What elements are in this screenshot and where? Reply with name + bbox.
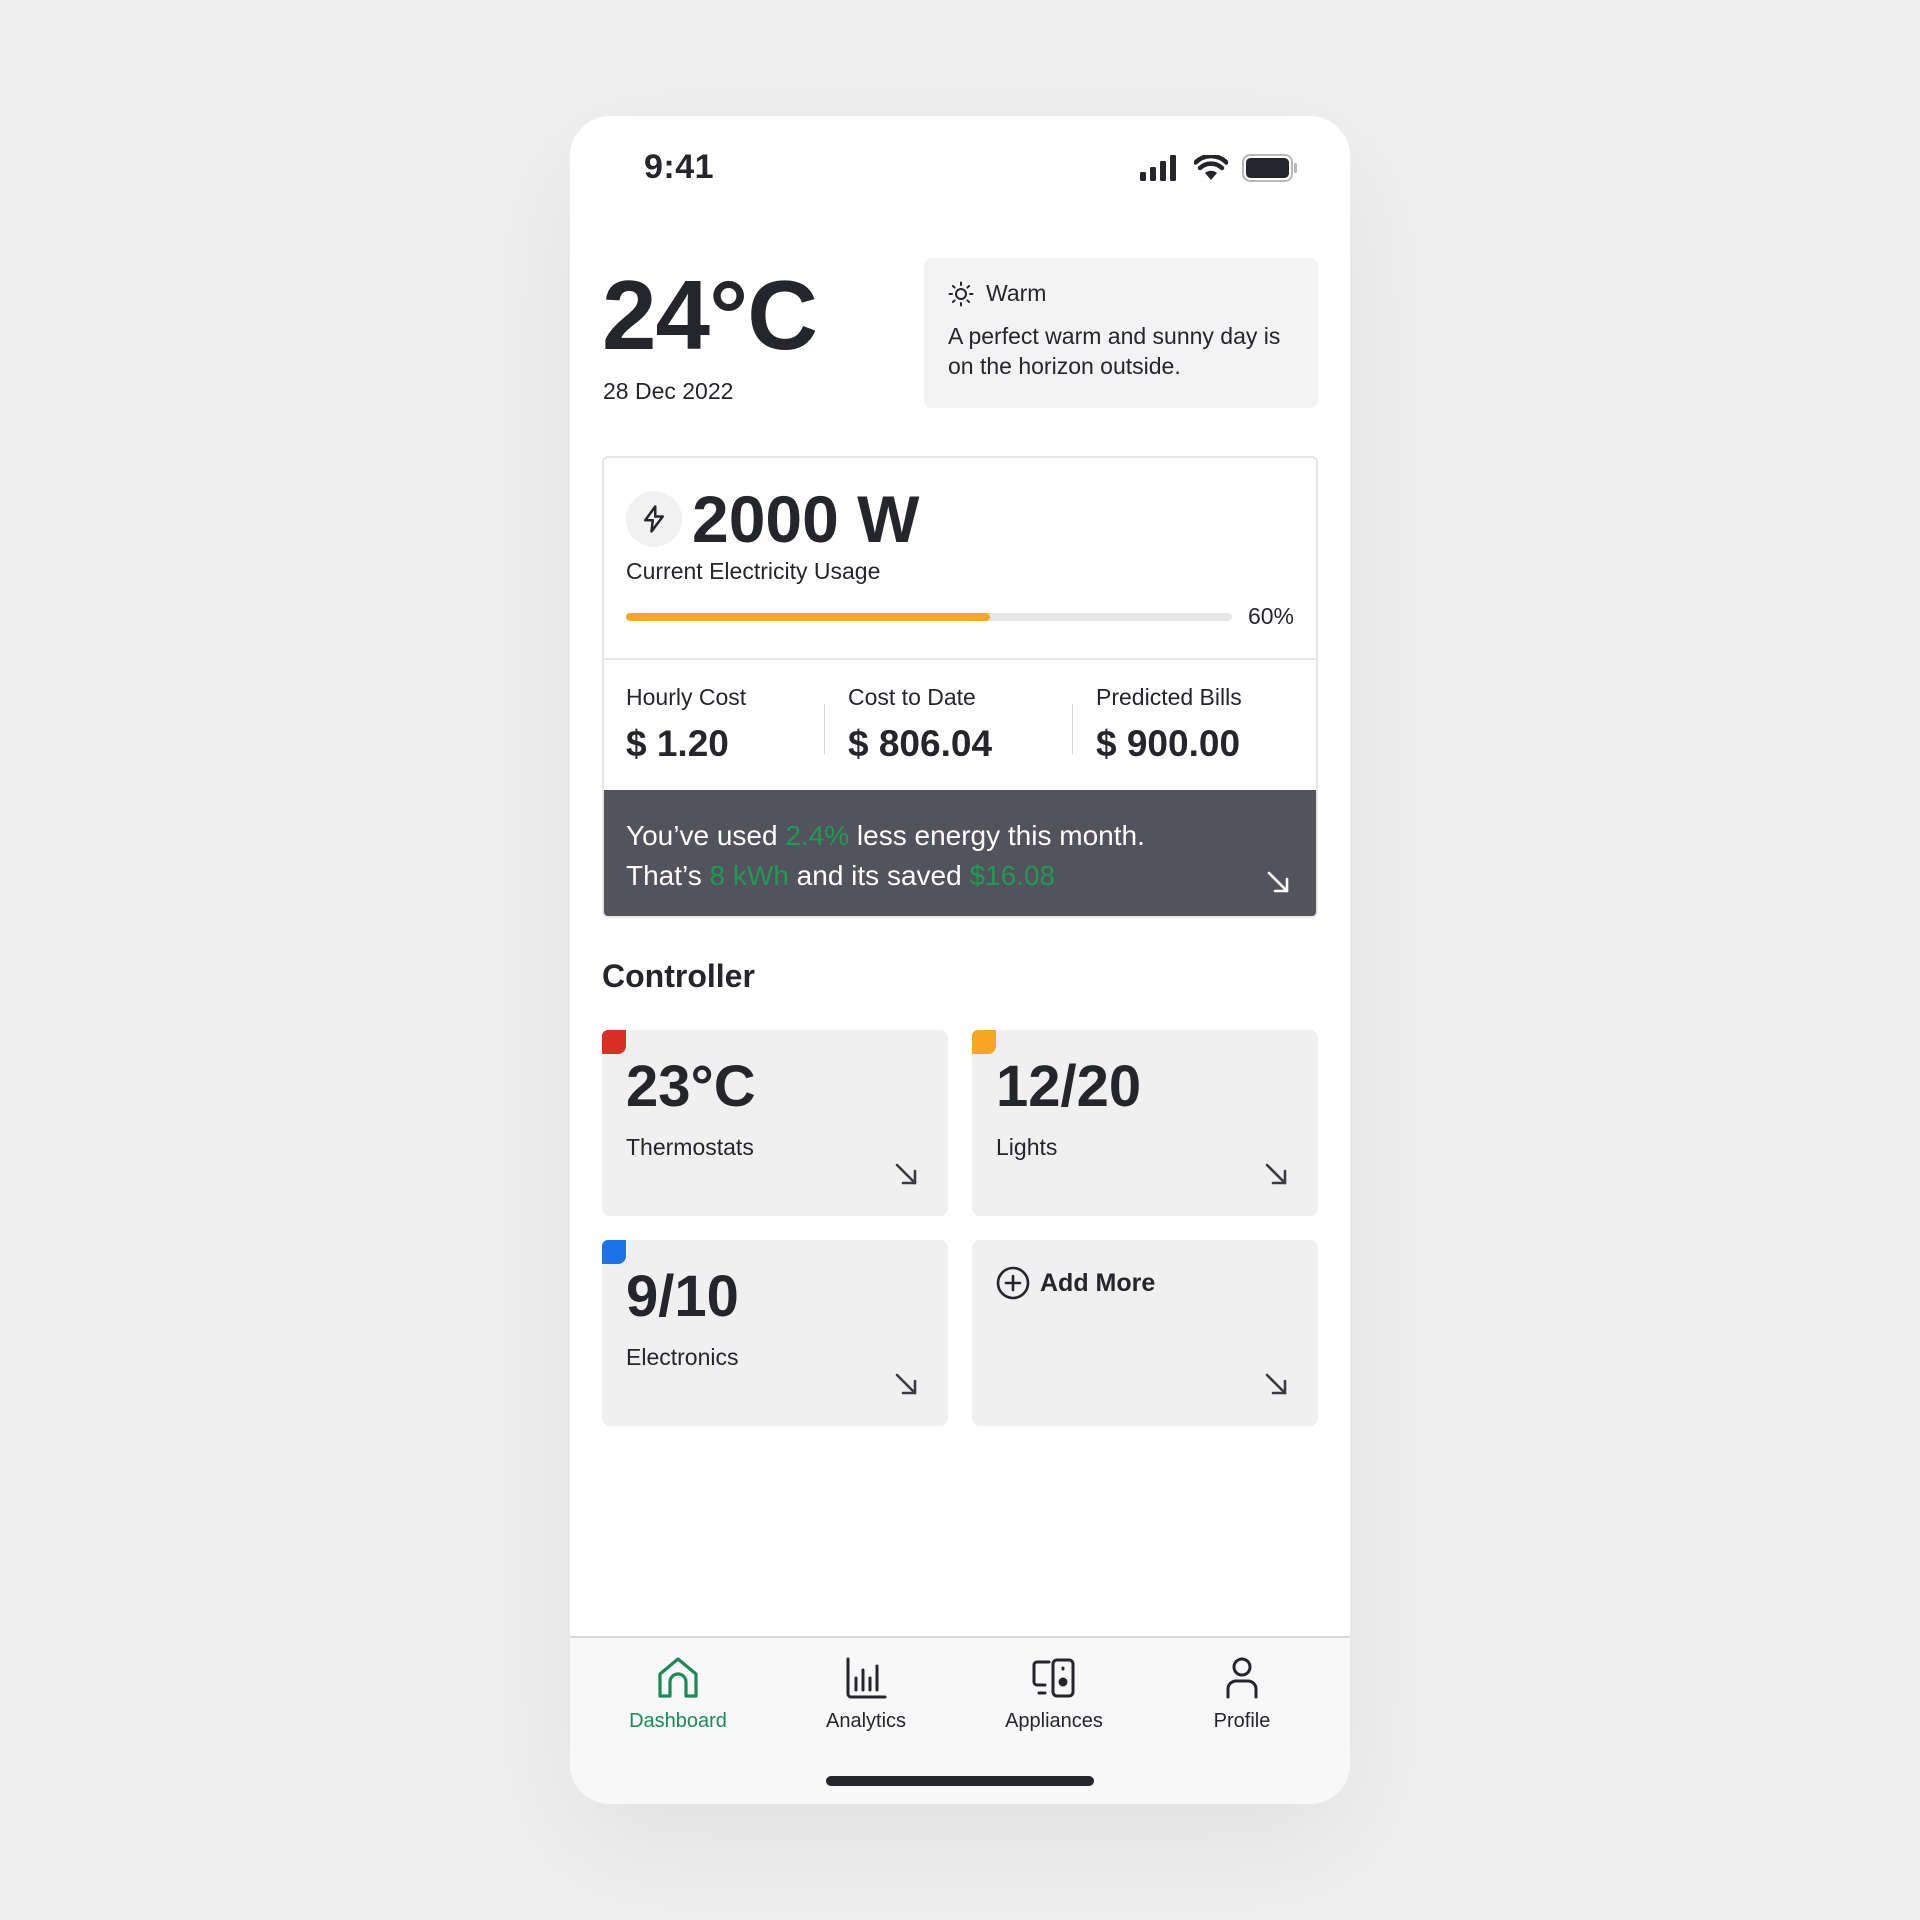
lightning-bolt-icon [644,505,664,533]
add-more-tile[interactable]: Add More [972,1240,1318,1426]
nav-item-dashboard[interactable]: Dashboard [598,1656,758,1733]
savings-line-2: That’s 8 kWh and its saved $16.08 [626,856,1294,896]
arrow-down-right-icon [1265,1373,1287,1395]
arrow-down-right-icon[interactable] [1266,870,1290,894]
cost-label: Cost to Date [848,684,976,710]
nav-label: Dashboard [629,1710,727,1732]
phone-screen: 9:41 24°C 28 Dec 2022 Warm A perfect war… [570,116,1350,1804]
add-more-label: Add More [1040,1268,1156,1297]
hourly-cost: Hourly Cost $ 1.20 [626,684,746,765]
predicted-bills: Predicted Bills $ 900.00 [1096,684,1242,765]
status-time: 9:41 [644,148,715,186]
cellular-signal-icon [1140,155,1176,181]
savings-text: less energy this month. [849,820,1145,851]
nav-label: Appliances [1005,1710,1103,1732]
savings-text: That’s [626,860,710,891]
savings-text: and its saved [788,860,970,891]
nav-label: Profile [1213,1710,1271,1732]
cost-value: $ 1.20 [626,723,729,764]
lightning-badge [626,491,682,547]
arrow-down-right-icon [1265,1163,1287,1185]
cost-divider [1072,704,1073,754]
plus-circle-icon [996,1266,1030,1300]
cost-summary: Hourly Cost $ 1.20 Cost to Date $ 806.04… [604,658,1316,788]
electronics-color-indicator [602,1240,626,1264]
electricity-usage-label: Current Electricity Usage [626,558,881,584]
current-temperature: 24°C [602,260,818,370]
current-date: 28 Dec 2022 [603,378,734,404]
tile-value: 12/20 [996,1054,1142,1119]
home-indicator[interactable] [826,1776,1094,1786]
electricity-usage-value: 2000 W [692,482,920,556]
savings-text: You’ve used [626,820,786,851]
usage-progress-bar [626,613,1232,621]
electricity-card: 2000 W Current Electricity Usage 60% Hou… [602,456,1318,918]
controller-heading: Controller [602,958,755,994]
nav-item-appliances[interactable]: Appliances [974,1656,1134,1733]
thermostats-color-indicator [602,1030,626,1054]
cost-label: Predicted Bills [1096,684,1242,710]
status-icons [1140,154,1298,182]
weather-description: A perfect warm and sunny day is on the h… [948,323,1281,379]
nav-item-profile[interactable]: Profile [1162,1656,1322,1733]
cost-value: $ 900.00 [1096,723,1241,764]
tile-label: Electronics [626,1344,739,1370]
usage-progress-percent: 60% [1247,603,1294,629]
weather-card: Warm A perfect warm and sunny day is on … [924,258,1318,408]
thermostats-tile[interactable]: 23°C Thermostats [602,1030,948,1216]
wifi-icon [1194,155,1228,180]
arrow-down-right-icon [895,1373,917,1395]
cost-divider [824,704,825,754]
arrow-down-right-icon [895,1163,917,1185]
user-icon [1226,1657,1258,1699]
savings-banner[interactable]: You’ve used 2.4% less energy this month.… [604,790,1316,916]
devices-icon [1032,1658,1075,1698]
electronics-tile[interactable]: 9/10 Electronics [602,1240,948,1426]
home-icon [658,1657,698,1698]
weather-title: Warm [986,280,1047,306]
lights-color-indicator [972,1030,996,1054]
cost-to-date: Cost to Date $ 806.04 [848,684,992,765]
cost-label: Hourly Cost [626,684,747,710]
lights-tile[interactable]: 12/20 Lights [972,1030,1318,1216]
savings-amount: $16.08 [969,860,1056,891]
battery-icon [1242,154,1297,182]
savings-kwh: 8 kWh [709,860,789,891]
tile-label: Thermostats [626,1134,754,1160]
tile-label: Lights [996,1134,1058,1160]
savings-line-1: You’ve used 2.4% less energy this month. [626,816,1294,856]
cost-value: $ 806.04 [848,723,993,764]
savings-percent: 2.4% [785,820,850,851]
sun-icon [948,281,974,306]
tile-value: 9/10 [626,1264,739,1329]
usage-progress-fill [626,613,990,621]
tile-value: 23°C [626,1054,756,1119]
nav-label: Analytics [825,1710,907,1732]
nav-item-analytics[interactable]: Analytics [786,1656,946,1733]
bar-chart-icon [846,1657,887,1699]
